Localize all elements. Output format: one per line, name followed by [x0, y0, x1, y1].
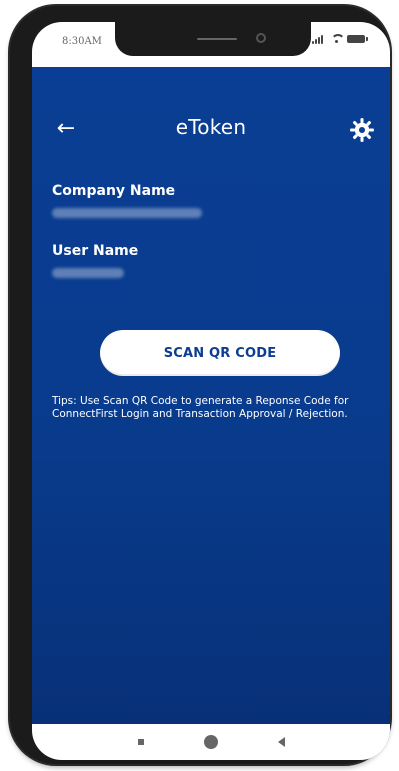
camera-lens — [256, 33, 266, 43]
status-bar: 8:30AM — [32, 22, 390, 67]
app-header: ← eToken — [32, 112, 390, 152]
page-title: eToken — [175, 115, 247, 139]
settings-button[interactable] — [348, 116, 376, 144]
phone-frame: 8:30AM ← eToken Company Name User Name S… — [10, 6, 390, 764]
notch — [115, 22, 311, 56]
system-navigation-bar — [32, 724, 390, 760]
scan-qr-code-button[interactable]: SCAN QR CODE — [100, 330, 340, 376]
speaker-grille — [197, 38, 237, 40]
gear-icon — [350, 118, 374, 142]
status-icons — [312, 34, 368, 44]
user-name-label: User Name — [52, 243, 139, 259]
user-name-value — [52, 268, 124, 278]
status-time: 8:30AM — [62, 36, 102, 47]
tips-line-1: Tips: Use Scan QR Code to generate a Rep… — [52, 395, 349, 407]
battery-icon — [347, 35, 368, 43]
wifi-icon — [329, 34, 345, 44]
phone-screen: 8:30AM ← eToken Company Name User Name S… — [32, 22, 390, 760]
tips-line-2: ConnectFirst Login and Transaction Appro… — [52, 408, 348, 420]
back-nav-button[interactable] — [277, 737, 285, 747]
company-name-label: Company Name — [52, 183, 176, 199]
account-details: Company Name User Name — [52, 182, 372, 278]
scan-qr-button-wrap: SCAN QR CODE — [100, 330, 340, 376]
company-name-value — [52, 208, 202, 218]
home-button[interactable] — [203, 735, 218, 749]
recent-apps-button[interactable] — [137, 739, 144, 745]
tips-text: Tips: Use Scan QR Code to generate a Rep… — [52, 395, 372, 421]
signal-icon — [312, 34, 325, 44]
